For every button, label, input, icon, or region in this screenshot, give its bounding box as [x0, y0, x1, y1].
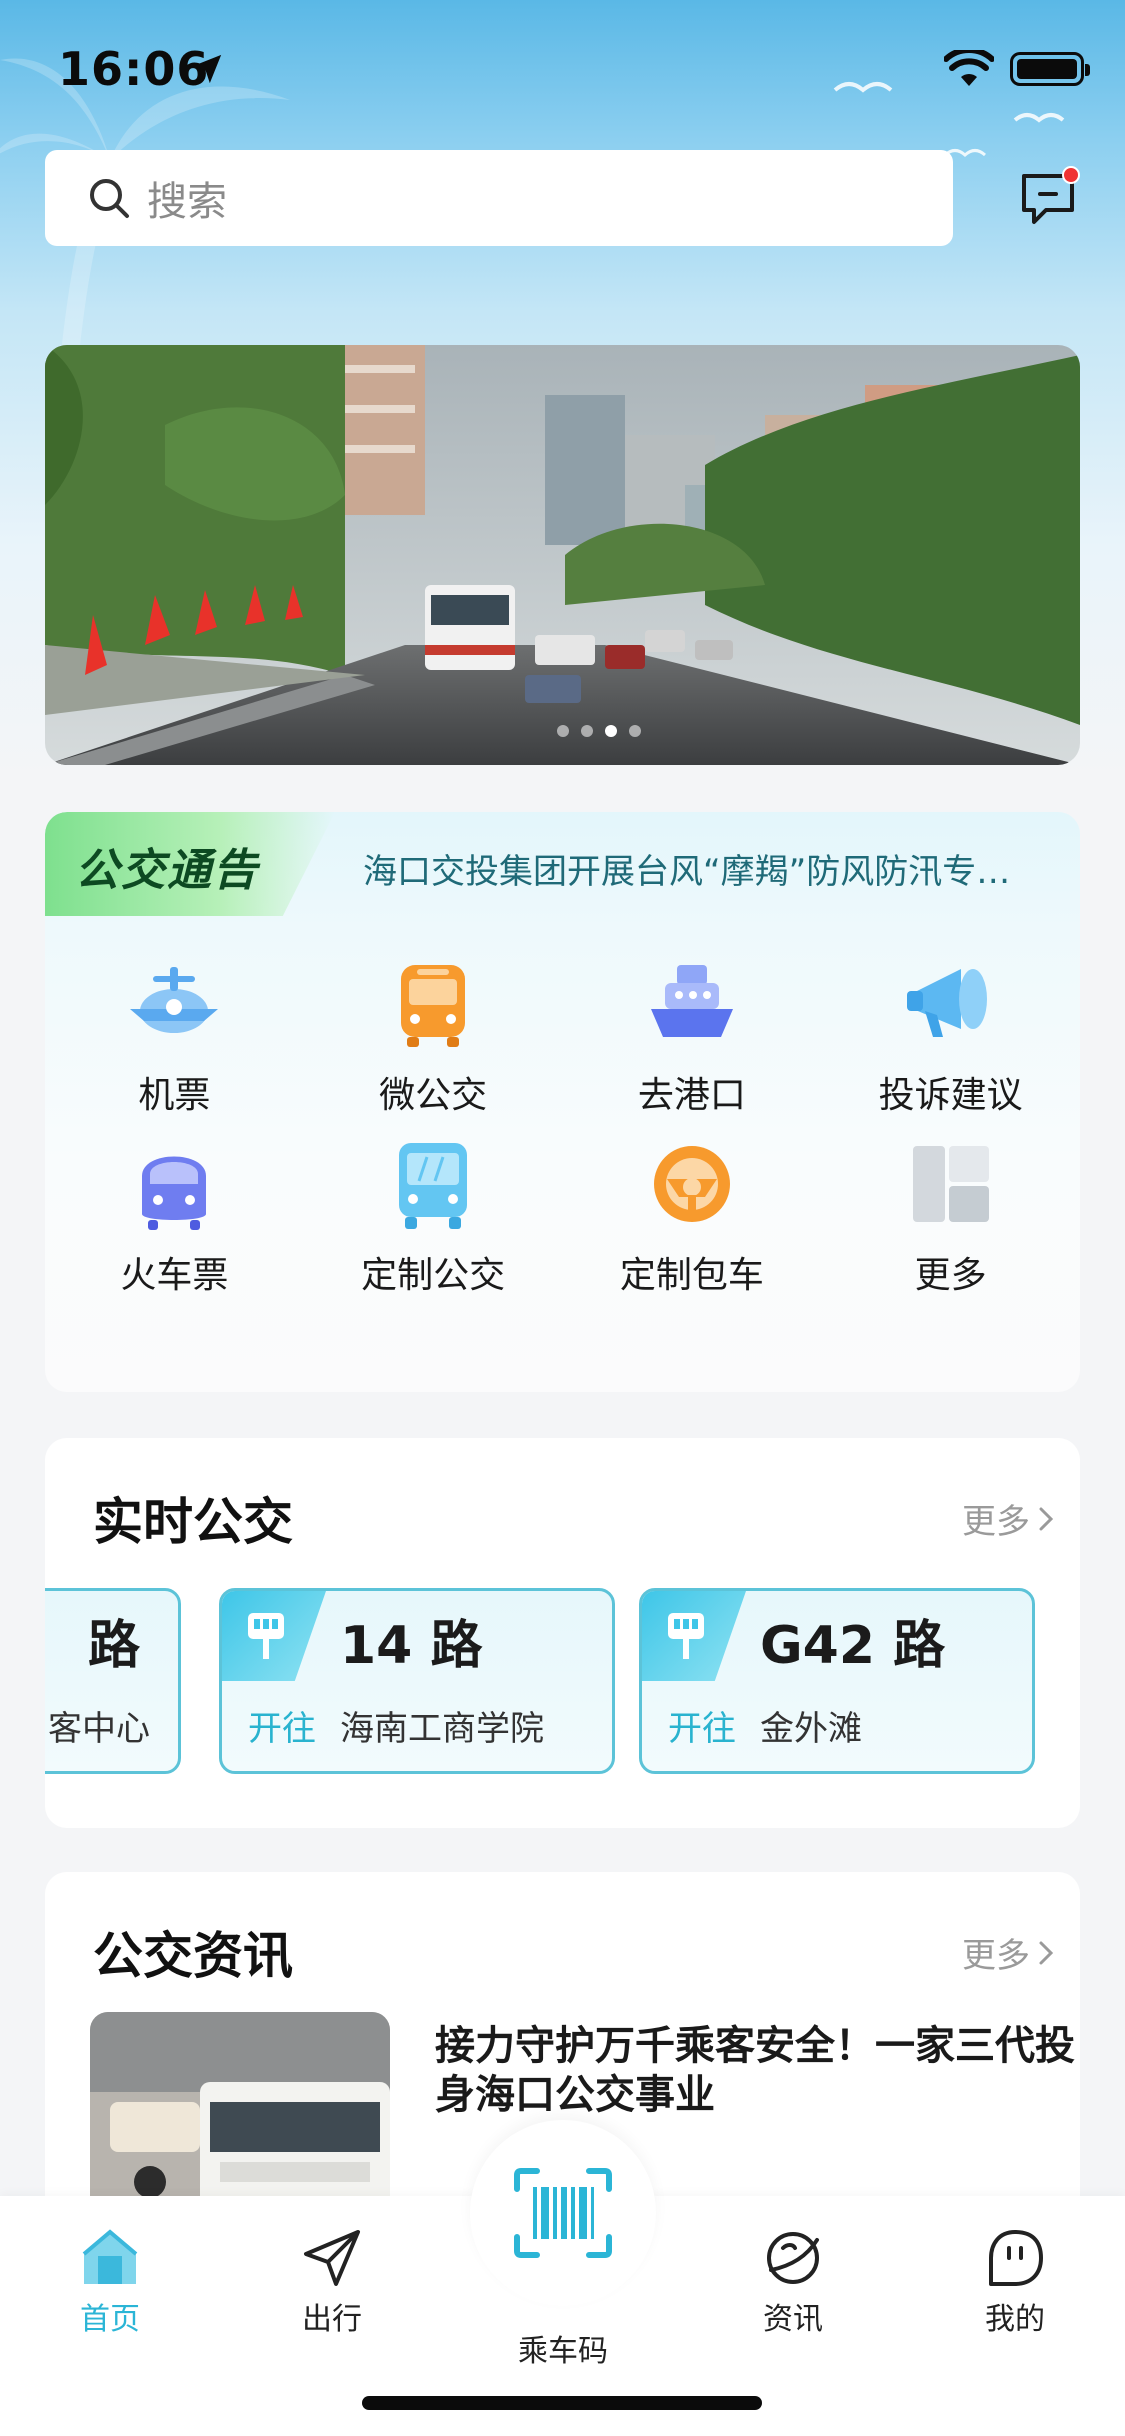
bus-stop-icon	[668, 1613, 704, 1659]
bus-stop-badge	[222, 1591, 326, 1681]
service-charter[interactable]: 定制包车	[563, 1132, 822, 1312]
tab-mine[interactable]: 我的	[940, 2226, 1090, 2338]
service-label: 机票	[138, 1075, 211, 1116]
train-icon	[142, 1156, 207, 1230]
tab-label: 我的	[985, 2302, 1045, 2337]
service-label: 微公交	[379, 1075, 488, 1116]
face-icon	[989, 2230, 1043, 2286]
location-arrow-icon	[192, 54, 222, 84]
service-more[interactable]: 更多	[821, 1132, 1080, 1312]
search-bar[interactable]: 搜索	[45, 150, 953, 246]
route-destination: 金外滩	[760, 1709, 862, 1749]
route-card[interactable]: 路 客中心	[45, 1588, 181, 1774]
tab-label: 首页	[80, 2302, 140, 2337]
tab-trip[interactable]: 出行	[257, 2226, 407, 2338]
megaphone-icon	[906, 969, 987, 1037]
service-label: 投诉建议	[878, 1075, 1023, 1116]
banner-image	[45, 345, 1080, 765]
service-label: 火车票	[120, 1255, 229, 1296]
service-train[interactable]: 火车票	[45, 1132, 304, 1312]
realtime-bus-card: 实时公交 更多 路 客中心 14 路 开往 海南工商学院 G42 路 开往 金外…	[45, 1438, 1080, 1828]
notice-tag: 公交通告	[75, 845, 259, 896]
barcode-scan-icon	[514, 2168, 612, 2258]
service-complaint[interactable]: 投诉建议	[821, 952, 1080, 1132]
service-label: 定制公交	[361, 1255, 506, 1296]
more-label: 更多	[962, 1936, 1030, 1976]
steering-wheel-icon	[653, 1146, 730, 1222]
service-custom-bus[interactable]: 定制公交	[304, 1132, 563, 1312]
route-direction-label: 开往	[668, 1709, 736, 1749]
ride-code-button[interactable]	[470, 2120, 656, 2306]
search-icon	[90, 179, 129, 218]
route-destination: 客中心	[48, 1709, 150, 1749]
service-grid: 机票 微公交 去港口 投诉建议 火车票 定制公交 定制包车 更多	[45, 952, 1080, 1312]
tab-info[interactable]: 资讯	[718, 2226, 868, 2338]
service-card: 公交通告 海口交投集团开展台风“摩羯”防风防汛专… 机票 微公交 去港口 投诉建…	[45, 812, 1080, 1392]
carousel-dot	[629, 725, 641, 737]
route-direction-label: 开往	[248, 1709, 316, 1749]
tab-label: 出行	[302, 2302, 362, 2337]
notice-marquee[interactable]: 海口交投集团开展台风“摩羯”防风防汛专…	[363, 844, 1063, 893]
realtime-title: 实时公交	[93, 1493, 293, 1551]
service-microbus[interactable]: 微公交	[304, 952, 563, 1132]
wifi-icon	[944, 50, 994, 86]
home-indicator[interactable]	[362, 2396, 762, 2410]
service-flight[interactable]: 机票	[45, 952, 304, 1132]
bus-icon	[401, 965, 466, 1047]
home-icon	[82, 2229, 138, 2284]
unread-dot	[1062, 166, 1080, 184]
tab-label: 资讯	[763, 2302, 823, 2337]
carousel-dot	[581, 725, 593, 737]
planet-icon	[767, 2232, 819, 2284]
banner-carousel[interactable]	[45, 345, 1080, 765]
news-more-link[interactable]: 更多	[962, 1928, 1054, 1977]
realtime-more-link[interactable]: 更多	[962, 1494, 1054, 1543]
service-label: 定制包车	[619, 1255, 764, 1296]
carousel-dot	[557, 725, 569, 737]
carousel-dots	[557, 725, 641, 737]
service-label: 去港口	[637, 1075, 746, 1116]
plane-icon	[130, 967, 219, 1033]
service-label: 更多	[914, 1255, 987, 1296]
chevron-right-icon	[1039, 1941, 1054, 1964]
send-arrow-icon	[304, 2230, 360, 2286]
route-name: 路	[88, 1616, 141, 1676]
chevron-right-icon	[1039, 1507, 1054, 1530]
ship-icon	[650, 965, 733, 1037]
news-section-title: 公交资讯	[93, 1927, 293, 1985]
service-port[interactable]: 去港口	[563, 952, 822, 1132]
bus-stop-icon	[248, 1613, 284, 1659]
news-item-title[interactable]: 接力守护万千乘客安全！一家三代投身海口公交事业	[435, 2022, 1075, 2120]
battery-icon	[1010, 52, 1090, 86]
route-destination: 海南工商学院	[340, 1709, 544, 1749]
more-label: 更多	[962, 1502, 1030, 1542]
search-placeholder: 搜索	[147, 179, 227, 225]
bus-stop-badge	[642, 1591, 746, 1681]
route-card[interactable]: 14 路 开往 海南工商学院	[219, 1588, 615, 1774]
custom-bus-icon	[399, 1143, 468, 1229]
carousel-dot-active	[605, 725, 617, 737]
status-time: 16:06	[58, 42, 210, 96]
grid-more-icon	[912, 1146, 989, 1222]
ride-code-label: 乘车码	[518, 2334, 608, 2369]
route-name: 14 路	[340, 1616, 483, 1676]
status-bar: 16:06	[0, 0, 1125, 140]
route-card[interactable]: G42 路 开往 金外滩	[639, 1588, 1035, 1774]
route-name: G42 路	[760, 1616, 946, 1676]
tab-home[interactable]: 首页	[35, 2226, 185, 2338]
